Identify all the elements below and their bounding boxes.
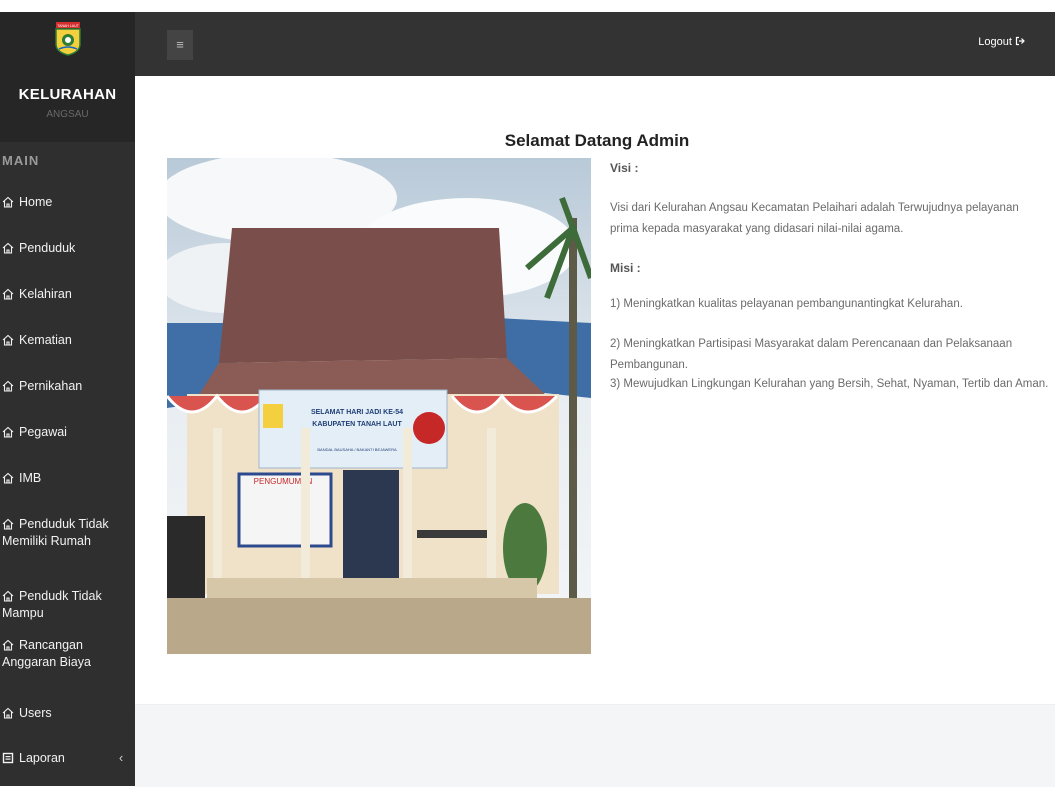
sidebar-item-label: Penduduk Tidak Memiliki Rumah bbox=[2, 517, 109, 548]
sidebar-item-label: Pegawai bbox=[19, 425, 67, 439]
visi-text: Visi dari Kelurahan Angsau Kecamatan Pel… bbox=[610, 202, 1019, 235]
sidebar-item-home[interactable]: Home bbox=[2, 194, 132, 211]
sidebar-item-label: Pendudk Tidak Mampu bbox=[2, 589, 102, 620]
misi-item-2: 2) Meningkatkan Partisipasi Masyarakat d… bbox=[610, 338, 1013, 371]
logo-text: TANAH LAUT bbox=[57, 24, 79, 28]
sidebar-item-penduduk[interactable]: Penduduk bbox=[2, 240, 132, 257]
top-navbar: ≡ Logout bbox=[135, 12, 1055, 76]
top-strip bbox=[0, 0, 1055, 12]
banner-line-3: BANDAL BAUSAHA / BAKANTI BEJAWERA bbox=[317, 447, 397, 452]
chevron-left-icon: ‹ bbox=[119, 751, 124, 765]
home-icon bbox=[2, 516, 15, 533]
sidebar-item-laporan[interactable]: Laporan ‹ bbox=[2, 750, 132, 767]
sidebar-item-pegawai[interactable]: Pegawai bbox=[2, 424, 132, 441]
banner-line-1: SELAMAT HARI JADI KE-54 bbox=[311, 409, 403, 416]
home-icon bbox=[2, 637, 15, 654]
sidebar-item-users[interactable]: Users bbox=[2, 705, 132, 722]
sidebar-item-imb[interactable]: IMB bbox=[2, 470, 132, 487]
home-icon bbox=[2, 332, 15, 349]
sidebar-item-label: Rancangan Anggaran Biaya bbox=[2, 638, 91, 669]
logout-label: Logout bbox=[978, 36, 1012, 48]
logout-button[interactable]: Logout bbox=[978, 36, 1025, 48]
sidebar-item-pernikahan[interactable]: Pernikahan bbox=[2, 378, 132, 395]
home-icon bbox=[2, 286, 15, 303]
home-icon bbox=[2, 470, 15, 487]
sidebar-item-label: IMB bbox=[19, 471, 42, 485]
section-label-main: MAIN bbox=[2, 153, 40, 168]
banner-line-2: KABUPATEN TANAH LAUT bbox=[312, 421, 402, 428]
home-icon bbox=[2, 378, 15, 395]
home-icon bbox=[2, 194, 15, 211]
home-icon bbox=[2, 705, 15, 722]
brand-title: KELURAHAN bbox=[18, 86, 117, 103]
sidebar-item-label: Laporan bbox=[19, 751, 65, 765]
kelurahan-office-photo: SELAMAT HARI JADI KE-54 KABUPATEN TANAH … bbox=[167, 158, 591, 654]
sidebar-item-rancangan-anggaran-biaya[interactable]: Rancangan Anggaran Biaya bbox=[2, 637, 132, 671]
sidebar-item-label: Kematian bbox=[19, 333, 72, 347]
brand-subtitle: ANGSAU bbox=[46, 109, 89, 120]
sidebar-item-kelahiran[interactable]: Kelahiran bbox=[2, 286, 132, 303]
misi-item-3: 3) Mewujudkan Lingkungan Kelurahan yang … bbox=[610, 378, 1049, 390]
logout-icon bbox=[1015, 36, 1025, 46]
sidebar: TANAH LAUT KELURAHAN ANGSAU MAIN Home Pe… bbox=[0, 12, 135, 786]
sidebar-item-penduduk-tidak-memiliki-rumah[interactable]: Penduduk Tidak Memiliki Rumah bbox=[2, 516, 132, 550]
kabupaten-logo: TANAH LAUT bbox=[55, 22, 81, 56]
page-title: Selamat Datang Admin bbox=[504, 131, 690, 150]
sidebar-item-label: Home bbox=[19, 195, 53, 209]
home-icon bbox=[2, 588, 15, 605]
sidebar-item-label: Pernikahan bbox=[19, 379, 83, 393]
sidebar-item-pendudk-tidak-mampu[interactable]: Pendudk Tidak Mampu bbox=[2, 588, 132, 622]
sidebar-item-label: Kelahiran bbox=[19, 287, 72, 301]
misi-item-1: 1) Meningkatkan kualitas pelayanan pemba… bbox=[610, 298, 963, 310]
misi-label: Misi : bbox=[610, 261, 641, 275]
sidebar-item-label: Users bbox=[19, 706, 52, 720]
menu-toggle-button[interactable]: ≡ bbox=[167, 30, 193, 60]
visi-label: Visi : bbox=[610, 161, 639, 175]
home-icon bbox=[2, 424, 15, 441]
hamburger-icon: ≡ bbox=[176, 37, 184, 52]
home-icon bbox=[2, 240, 15, 257]
sidebar-item-label: Penduduk bbox=[19, 241, 76, 255]
sidebar-item-kematian[interactable]: Kematian bbox=[2, 332, 132, 349]
report-icon bbox=[2, 750, 15, 767]
sidebar-brand: TANAH LAUT KELURAHAN ANGSAU bbox=[0, 12, 135, 142]
footer bbox=[135, 704, 1055, 787]
